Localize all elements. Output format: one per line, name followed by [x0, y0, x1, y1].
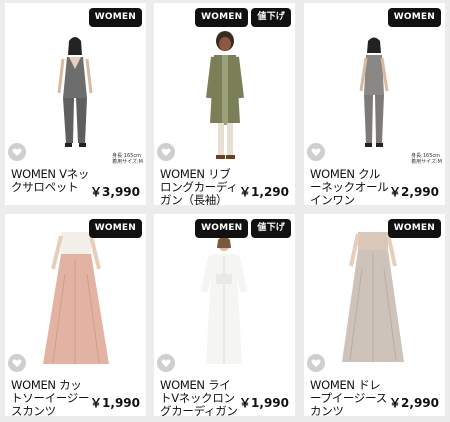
badge-group: WOMEN 値下げ	[195, 8, 291, 27]
heart-icon[interactable]	[8, 143, 26, 161]
product-name[interactable]: WOMEN リブロングカーディガン（長袖）	[160, 168, 240, 206]
badge-group: WOMEN	[387, 8, 441, 27]
women-badge: WOMEN	[387, 8, 441, 27]
product-grid: WOMEN 身長:165cm 着用サイズ:M WOMEN Vネックサロペット ￥…	[0, 0, 450, 422]
heart-icon[interactable]	[157, 354, 175, 372]
product-name[interactable]: WOMEN ドレープイージースカンツ	[310, 379, 390, 417]
heart-icon[interactable]	[157, 143, 175, 161]
heart-icon[interactable]	[8, 354, 26, 372]
product-price: ￥1,990	[90, 396, 140, 410]
model-size-note: 身長:165cm 着用サイズ:M	[112, 153, 143, 165]
product-image[interactable]	[154, 3, 295, 168]
badge-group: WOMEN	[387, 219, 441, 238]
product-price: ￥1,990	[239, 396, 289, 410]
product-price: ￥2,990	[389, 185, 439, 199]
product-image[interactable]	[154, 214, 295, 379]
product-card[interactable]: WOMEN WOMEN ドレープイージースカンツ ￥2,990	[304, 214, 445, 416]
product-card[interactable]: WOMEN 身長:165cm 着用サイズ:M WOMEN Vネックサロペット ￥…	[5, 3, 146, 205]
product-card[interactable]: WOMEN WOMEN カットソーイージースカンツ ￥1,990	[5, 214, 146, 416]
badge-group: WOMEN	[88, 8, 142, 27]
product-image[interactable]	[304, 3, 445, 168]
women-badge: WOMEN	[88, 219, 142, 238]
women-badge: WOMEN	[195, 219, 249, 238]
product-name[interactable]: WOMEN クルーネックオールインワン	[310, 168, 390, 206]
product-price: ￥1,290	[239, 185, 289, 199]
product-image[interactable]	[5, 214, 146, 379]
price-down-badge: 値下げ	[251, 219, 291, 238]
heart-icon[interactable]	[307, 354, 325, 372]
women-badge: WOMEN	[195, 8, 249, 27]
product-image[interactable]	[304, 214, 445, 379]
badge-group: WOMEN 値下げ	[195, 219, 291, 238]
heart-icon[interactable]	[307, 143, 325, 161]
product-card[interactable]: WOMEN 値下げ WOMEN ライトVネックロングカーディガン（長袖） ￥1,…	[154, 214, 295, 416]
product-price: ￥3,990	[90, 185, 140, 199]
women-badge: WOMEN	[387, 219, 441, 238]
badge-group: WOMEN	[88, 219, 142, 238]
product-price: ￥2,990	[389, 396, 439, 410]
price-down-badge: 値下げ	[251, 8, 291, 27]
women-badge: WOMEN	[88, 8, 142, 27]
product-name[interactable]: WOMEN ライトVネックロングカーディガン（長袖）	[160, 379, 240, 417]
model-size-note: 身長:165cm 着用サイズ:M	[411, 153, 442, 165]
product-card[interactable]: WOMEN 身長:165cm 着用サイズ:M WOMEN クルーネックオールイン…	[304, 3, 445, 205]
product-name[interactable]: WOMEN カットソーイージースカンツ	[11, 379, 91, 417]
product-card[interactable]: WOMEN 値下げ WOMEN リブロングカーディガン（長袖） ￥1,290	[154, 3, 295, 205]
product-image[interactable]	[5, 3, 146, 168]
product-name[interactable]: WOMEN Vネックサロペット	[11, 168, 91, 194]
